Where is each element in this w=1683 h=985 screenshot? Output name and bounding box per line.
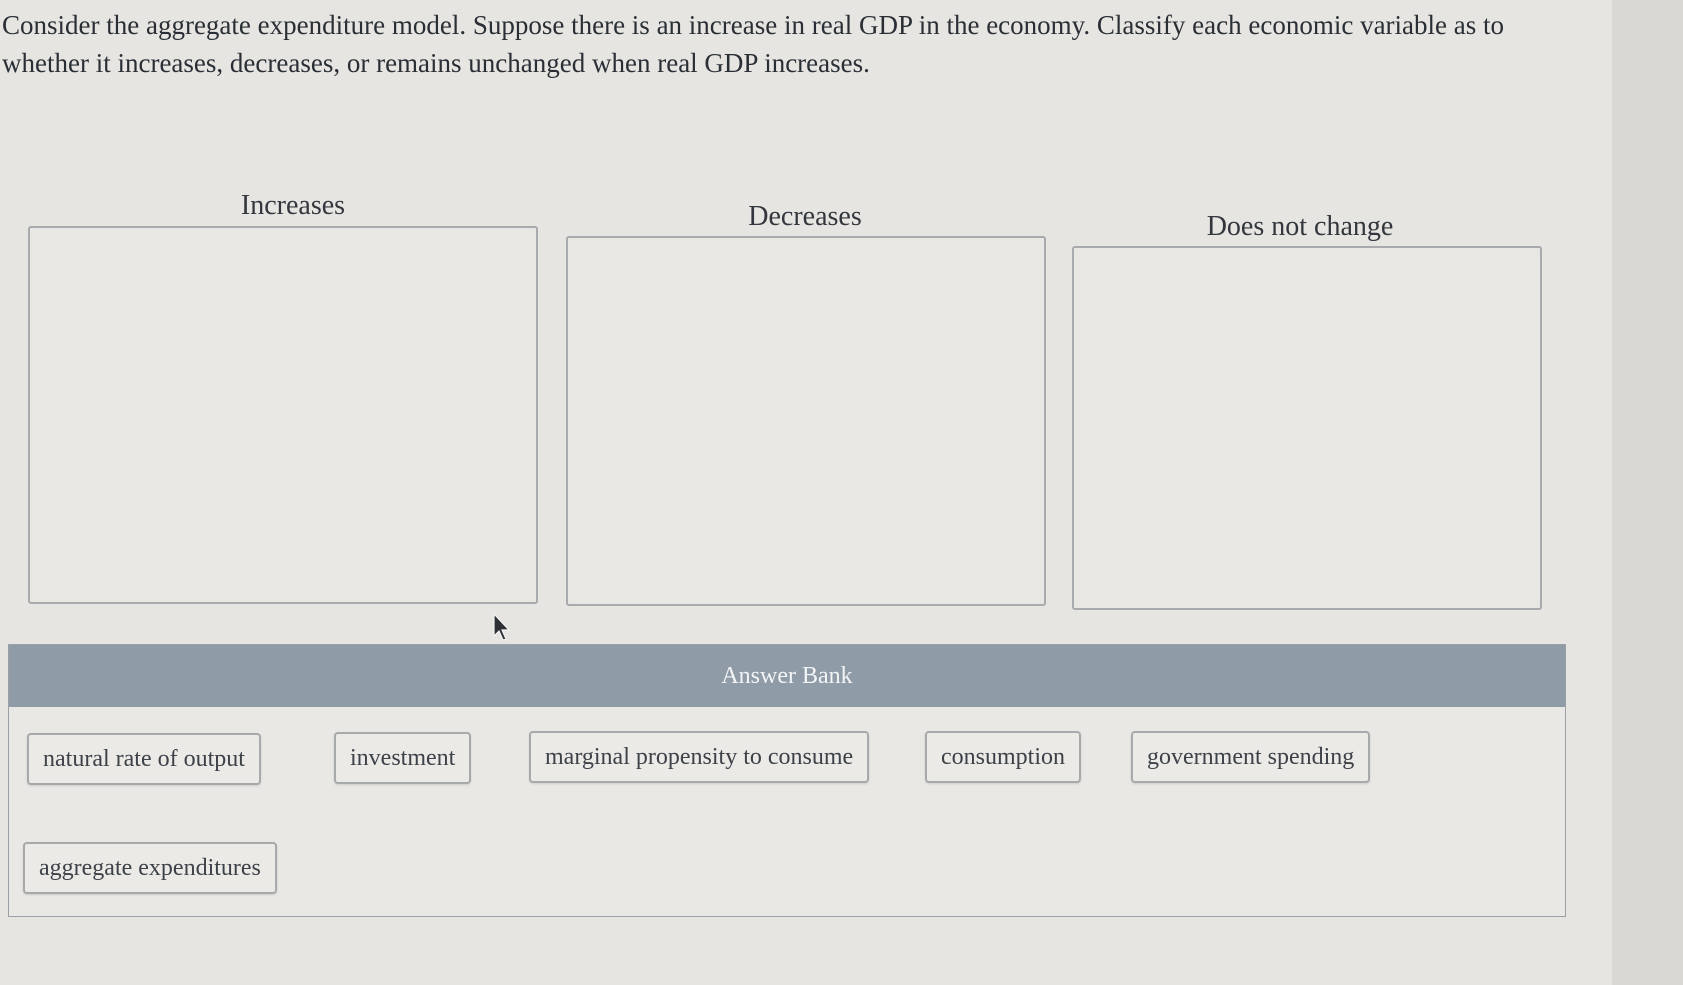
dropzone-does-not-change[interactable] [1072, 246, 1542, 610]
dropzone-increases[interactable] [28, 226, 538, 604]
answer-chip-government-spending[interactable]: government spending [1131, 731, 1371, 783]
answer-bank: Answer Bank natural rate of output inves… [8, 644, 1566, 917]
answer-chip-natural-rate-of-output[interactable]: natural rate of output [27, 733, 261, 785]
answer-chip-investment[interactable]: investment [334, 732, 472, 784]
mouse-pointer-icon [493, 612, 511, 641]
answer-chip-aggregate-expenditures[interactable]: aggregate expenditures [23, 842, 277, 894]
answer-chip-marginal-propensity-to-consume[interactable]: marginal propensity to consume [529, 731, 870, 783]
question-text: Consider the aggregate expenditure model… [2, 10, 1505, 78]
dropzone-decreases[interactable] [566, 236, 1046, 606]
column-title-decreases: Decreases [748, 201, 862, 232]
answer-bank-header: Answer Bank [9, 645, 1565, 707]
answer-chip-consumption[interactable]: consumption [925, 731, 1081, 783]
question-page: Consider the aggregate expenditure model… [0, 0, 1612, 985]
column-title-increases: Increases [240, 190, 346, 221]
column-title-does-not-change: Does not change [1206, 211, 1394, 242]
